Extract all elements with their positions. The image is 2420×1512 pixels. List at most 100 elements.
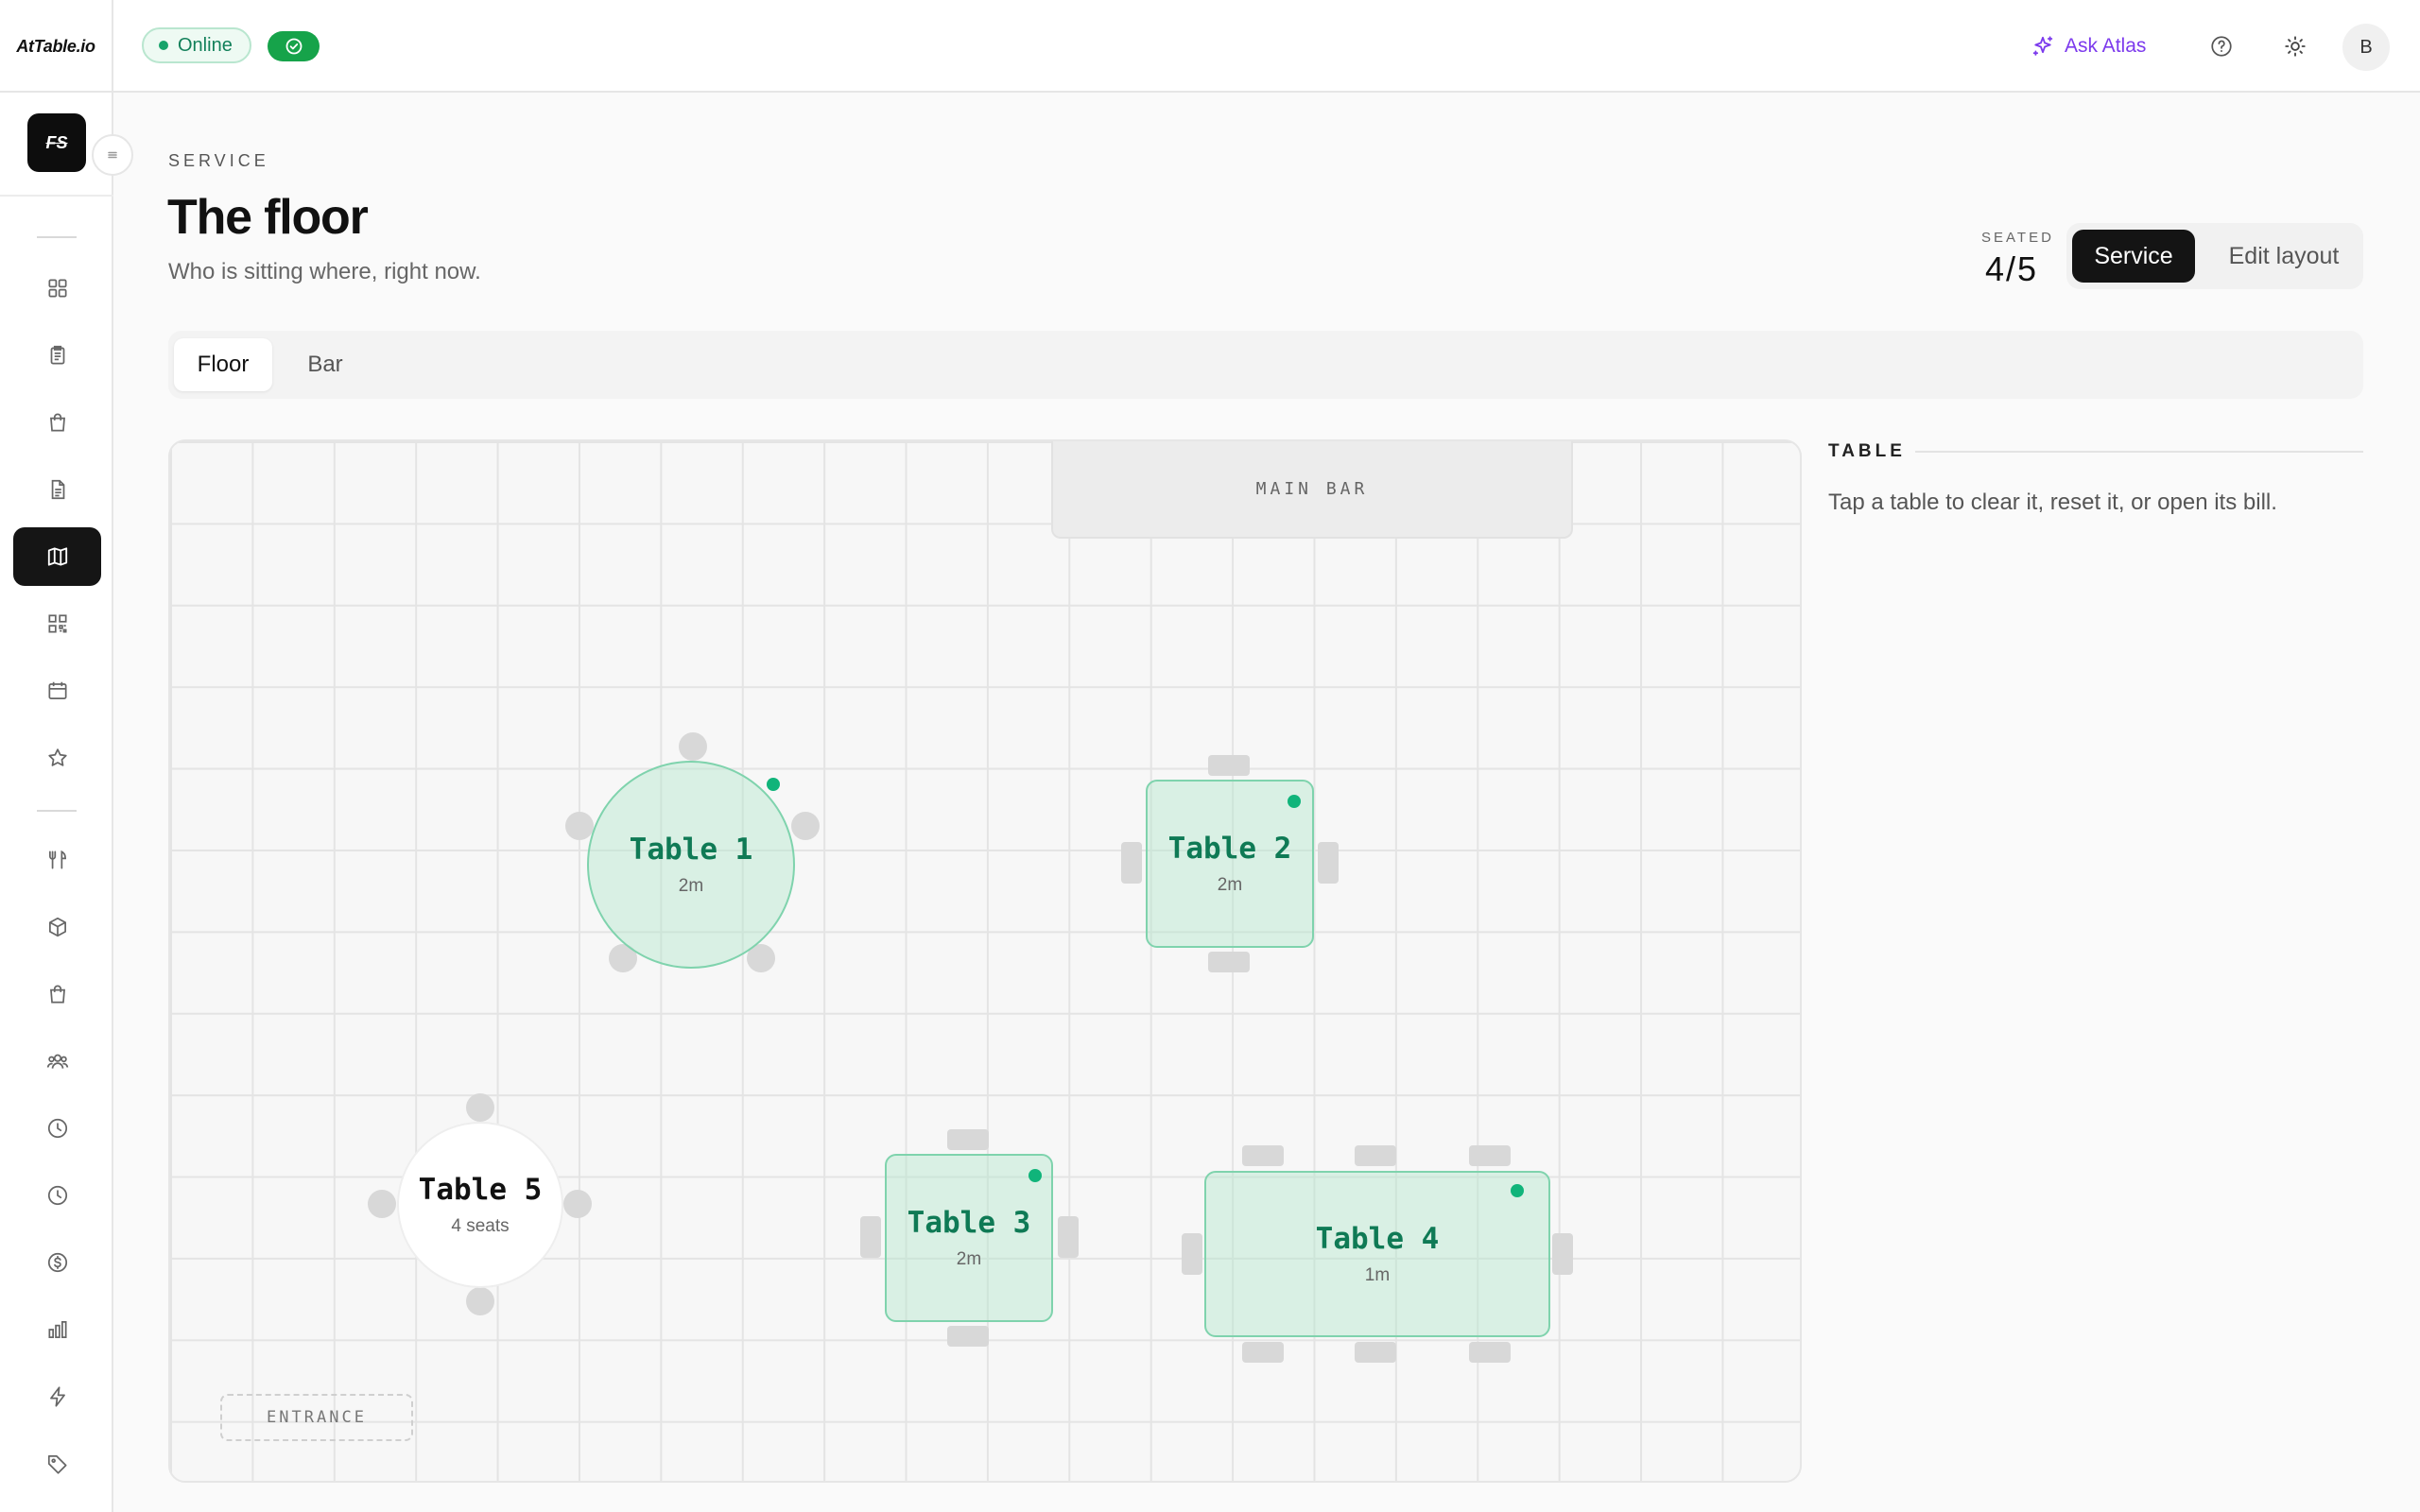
table-name: Table 1 (629, 833, 753, 867)
tab-bar[interactable]: Bar (280, 338, 371, 391)
seat (1469, 1342, 1511, 1363)
table-5[interactable]: Table 5 4 seats (397, 1122, 563, 1288)
seat (1318, 842, 1339, 884)
star-icon (47, 748, 67, 766)
sidebar-item-reviews[interactable] (13, 729, 101, 787)
entrance-zone: ENTRANCE (220, 1394, 413, 1441)
sidebar-item-reservations[interactable] (13, 662, 101, 720)
menu-lines-icon (108, 151, 117, 159)
table-panel-title: TABLE (1828, 441, 1906, 461)
seat (1469, 1145, 1511, 1166)
table-4[interactable]: Table 4 1m (1204, 1171, 1550, 1337)
seat (368, 1190, 396, 1218)
box-icon (48, 917, 66, 937)
seat (1355, 1342, 1396, 1363)
edit-layout-button[interactable]: Edit layout (2208, 230, 2360, 283)
bag-icon (49, 413, 65, 432)
sidebar-item-menu[interactable] (13, 831, 101, 889)
sync-check-badge[interactable] (268, 31, 320, 61)
sidebar-item-orders[interactable] (13, 326, 101, 385)
ask-atlas-label: Ask Atlas (2065, 35, 2147, 57)
help-icon (2211, 36, 2232, 57)
sidebar-separator (0, 195, 113, 197)
seat (1355, 1145, 1396, 1166)
sidebar-item-qr-codes[interactable] (13, 594, 101, 653)
service-mode-button[interactable]: Service (2072, 230, 2195, 283)
seat (1208, 952, 1250, 972)
online-status-label: Online (178, 34, 233, 56)
table-name: Table 2 (1167, 832, 1292, 866)
floor-plan-canvas: MAIN BAR ENTRANCE Table 1 2m Table 2 2m … (168, 439, 1802, 1483)
page-eyebrow: SERVICE (168, 151, 269, 170)
sidebar-item-dashboard[interactable] (13, 259, 101, 318)
area-tabs: Floor Bar (168, 331, 2363, 399)
sidebar-collapse-button[interactable] (92, 134, 133, 176)
sidebar-item-documents[interactable] (13, 460, 101, 519)
tag-icon (47, 1455, 67, 1474)
occupied-dot-icon (767, 778, 780, 791)
sidebar-divider (37, 810, 77, 812)
table-1[interactable]: Table 1 2m (587, 761, 795, 969)
seat (466, 1287, 494, 1315)
mode-toggle: Service Edit layout (2066, 223, 2363, 289)
seat (466, 1093, 494, 1122)
grid-icon (47, 279, 67, 298)
sidebar-item-payments[interactable] (13, 1233, 101, 1292)
theme-toggle-button[interactable] (2277, 28, 2313, 64)
clock-icon (47, 1118, 67, 1139)
table-name: Table 5 (418, 1173, 543, 1207)
map-icon (47, 547, 67, 566)
workspace-logo[interactable]: FS (27, 113, 86, 172)
table-duration: 2m (678, 876, 704, 896)
help-button[interactable] (2204, 28, 2239, 64)
seat (679, 732, 707, 761)
seat (1182, 1233, 1202, 1275)
sidebar-item-staff[interactable] (13, 1032, 101, 1091)
user-avatar[interactable]: B (2342, 24, 2390, 71)
sidebar-item-history[interactable] (13, 1166, 101, 1225)
utensils-icon (48, 850, 66, 869)
seated-count: 4/5 (1985, 249, 2039, 288)
qr-code-icon (47, 614, 67, 633)
sidebar-item-automations[interactable] (13, 1367, 101, 1426)
users-icon (46, 1054, 68, 1069)
table-2[interactable]: Table 2 2m (1146, 780, 1314, 948)
page-subtitle: Who is sitting where, right now. (168, 259, 481, 284)
seat (1058, 1216, 1079, 1258)
sidebar: FS (0, 93, 133, 1512)
sidebar-item-shifts[interactable] (13, 1099, 101, 1158)
seat (1242, 1342, 1284, 1363)
seat (1242, 1145, 1284, 1166)
sidebar-item-reports[interactable] (13, 1300, 101, 1359)
tab-floor[interactable]: Floor (174, 338, 272, 391)
online-status-badge: Online (142, 27, 251, 63)
shopping-bag-icon (49, 985, 65, 1004)
sidebar-item-floor[interactable] (13, 527, 101, 586)
seat (947, 1129, 989, 1150)
table-panel-hint: Tap a table to clear it, reset it, or op… (1828, 490, 2277, 515)
check-circle-icon (285, 38, 302, 55)
clipboard-icon (50, 345, 64, 365)
table-name: Table 4 (1315, 1222, 1440, 1256)
main-bar-zone: MAIN BAR (1051, 441, 1573, 539)
brand-logo[interactable]: AtTable.io (0, 0, 113, 93)
table-3[interactable]: Table 3 2m (885, 1154, 1053, 1322)
seat (1552, 1233, 1573, 1275)
top-bar: AtTable.io Online Ask Atlas B (0, 0, 2420, 93)
ask-atlas-button[interactable]: Ask Atlas (2031, 28, 2146, 64)
history-icon (47, 1185, 67, 1206)
sun-icon (2285, 36, 2306, 57)
sidebar-item-purchasing[interactable] (13, 965, 101, 1023)
sidebar-item-shop[interactable] (13, 393, 101, 452)
calendar-icon (47, 681, 67, 699)
online-dot-icon (159, 41, 168, 50)
bar-chart-icon (47, 1321, 67, 1338)
sidebar-item-promotions[interactable] (13, 1435, 101, 1493)
table-duration: 1m (1364, 1265, 1391, 1285)
sidebar-divider (37, 236, 77, 238)
seated-label: SEATED (1981, 230, 2054, 246)
seat (563, 1190, 592, 1218)
seat (791, 812, 820, 840)
sidebar-item-inventory[interactable] (13, 898, 101, 956)
table-seat-count: 4 seats (451, 1216, 510, 1236)
